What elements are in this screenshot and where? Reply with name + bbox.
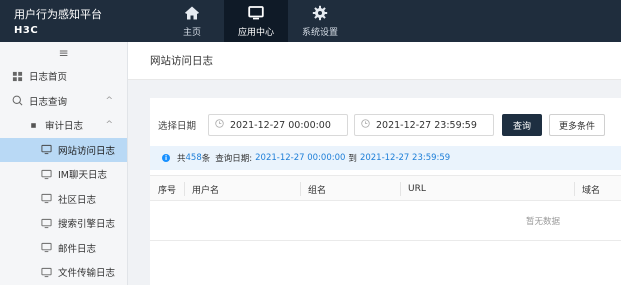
- info-icon: i: [162, 154, 170, 162]
- nav-app-center[interactable]: 应用中心: [224, 0, 288, 42]
- sidebar-item-web-access-log[interactable]: 网站访问日志: [0, 137, 127, 162]
- brand: 用户行为感知平台 H3C: [14, 6, 102, 36]
- more-conditions-button[interactable]: 更多条件: [549, 114, 605, 136]
- sidebar-collapse-button[interactable]: ≡: [0, 42, 127, 64]
- monitor-icon: [40, 217, 52, 229]
- search-icon: [11, 95, 23, 107]
- main-nav: 主页 应用中心 系统设置: [160, 0, 352, 42]
- summary-to: 到: [348, 154, 357, 164]
- monitor-icon: [40, 242, 52, 254]
- sidebar-item-search-engine-log[interactable]: 搜索引擎日志: [0, 211, 127, 236]
- log-table: 序号 用户名 组名 URL 域名 暂无数据: [150, 175, 621, 241]
- column-header-index[interactable]: 序号: [158, 176, 176, 202]
- sidebar-item-label: 文件传输日志: [58, 268, 116, 280]
- monitor-icon: [40, 193, 52, 205]
- h3c-logo: H3C: [14, 25, 39, 36]
- sidebar-item-log-query[interactable]: 日志查询 ^: [0, 89, 127, 114]
- date-filter-label: 选择日期: [158, 121, 197, 132]
- home-icon: [184, 5, 200, 21]
- table-header: 序号 用户名 组名 URL 域名: [150, 175, 621, 201]
- grid-icon: [11, 70, 23, 82]
- summary-prefix: 共: [177, 154, 186, 164]
- column-header-username[interactable]: 用户名: [192, 176, 219, 202]
- query-button[interactable]: 查询: [502, 114, 542, 136]
- summary-start-date: 2021-12-27 00:00:00: [255, 153, 346, 163]
- top-bar: 用户行为感知平台 H3C 主页 应用中心 系统设置: [0, 0, 621, 42]
- column-header-url[interactable]: URL: [408, 176, 426, 202]
- sidebar-item-label: 日志首页: [29, 72, 68, 84]
- monitor-icon: [40, 266, 52, 278]
- start-date-input[interactable]: 2021-12-27 00:00:00: [208, 114, 348, 136]
- sidebar-item-log-home[interactable]: 日志首页: [0, 64, 127, 89]
- table-body: 暂无数据: [150, 201, 621, 241]
- sidebar-item-label: 网站访问日志: [58, 145, 116, 157]
- chevron-up-icon: ^: [105, 95, 113, 106]
- summary-count-unit: 条: [201, 154, 211, 164]
- sidebar: ≡ 日志首页 日志查询 ^ 审计日志 ^ 网站访问日志 IM聊天日志 社区日志 …: [0, 42, 128, 285]
- end-date-input[interactable]: 2021-12-27 23:59:59: [354, 114, 494, 136]
- main-content: 网站访问日志 选择日期 2021-12-27 00:00:00 2021-12-…: [128, 42, 621, 285]
- clock-icon: [215, 119, 230, 131]
- bullet-icon: [27, 119, 39, 131]
- nav-settings-label: 系统设置: [301, 27, 338, 38]
- page-title: 网站访问日志: [150, 55, 213, 67]
- page-title-bar: 网站访问日志: [128, 42, 621, 80]
- summary-date-label: 查询日期:: [215, 154, 253, 164]
- nav-home-label: 主页: [182, 27, 201, 38]
- log-panel: 选择日期 2021-12-27 00:00:00 2021-12-27 23:5…: [150, 98, 621, 285]
- nav-home[interactable]: 主页: [160, 0, 224, 42]
- monitor-icon: [40, 144, 52, 156]
- gear-icon: [312, 5, 328, 21]
- empty-state-text: 暂无数据: [525, 217, 560, 227]
- nav-app-center-label: 应用中心: [237, 27, 274, 38]
- end-date-value: 2021-12-27 23:59:59: [376, 119, 477, 131]
- nav-settings[interactable]: 系统设置: [288, 0, 352, 42]
- result-count: 458: [185, 153, 202, 163]
- sidebar-item-mail-log[interactable]: 邮件日志: [0, 236, 127, 261]
- sidebar-item-label: 邮件日志: [58, 243, 97, 255]
- sidebar-item-file-transfer-log[interactable]: 文件传输日志: [0, 260, 127, 285]
- sidebar-item-im-chat-log[interactable]: IM聊天日志: [0, 162, 127, 187]
- clock-icon: [361, 119, 376, 131]
- sidebar-item-label: 日志查询: [29, 96, 68, 108]
- sidebar-item-label: 搜索引擎日志: [58, 219, 116, 231]
- column-header-group[interactable]: 组名: [308, 176, 326, 202]
- monitor-icon: [40, 168, 52, 180]
- sidebar-item-audit-log[interactable]: 审计日志 ^: [0, 113, 127, 138]
- filter-bar: 选择日期 2021-12-27 00:00:00 2021-12-27 23:5…: [150, 98, 621, 142]
- sidebar-item-label: 社区日志: [58, 194, 97, 206]
- brand-title: 用户行为感知平台: [14, 8, 102, 21]
- start-date-value: 2021-12-27 00:00:00: [230, 119, 331, 131]
- monitor-icon: [248, 5, 264, 21]
- summary-end-date: 2021-12-27 23:59:59: [359, 153, 451, 163]
- chevron-up-icon: ^: [105, 120, 113, 130]
- sidebar-item-label: IM聊天日志: [58, 170, 107, 182]
- sidebar-item-community-log[interactable]: 社区日志: [0, 187, 127, 212]
- menu-icon: ≡: [58, 46, 69, 60]
- result-summary: i 共 458 条 查询日期: 2021-12-27 00:00:00 到 20…: [150, 146, 621, 170]
- sidebar-item-label: 审计日志: [45, 121, 84, 133]
- column-header-domain[interactable]: 域名: [582, 176, 600, 202]
